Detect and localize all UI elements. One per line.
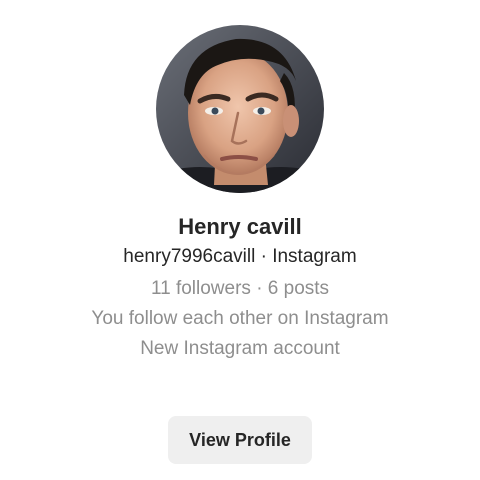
relationship-note: You follow each other on Instagram bbox=[91, 308, 389, 329]
avatar[interactable] bbox=[156, 25, 324, 193]
profile-stats: 11 followers · 6 posts bbox=[150, 278, 330, 299]
view-profile-button[interactable]: View Profile bbox=[168, 416, 312, 464]
profile-card: Henry cavill henry7996cavill · Instagram… bbox=[0, 0, 480, 480]
account-note: New Instagram account bbox=[140, 338, 340, 359]
profile-name: Henry cavill bbox=[178, 214, 302, 239]
profile-handle: henry7996cavill · Instagram bbox=[123, 246, 357, 267]
profile-photo-icon bbox=[156, 25, 324, 193]
